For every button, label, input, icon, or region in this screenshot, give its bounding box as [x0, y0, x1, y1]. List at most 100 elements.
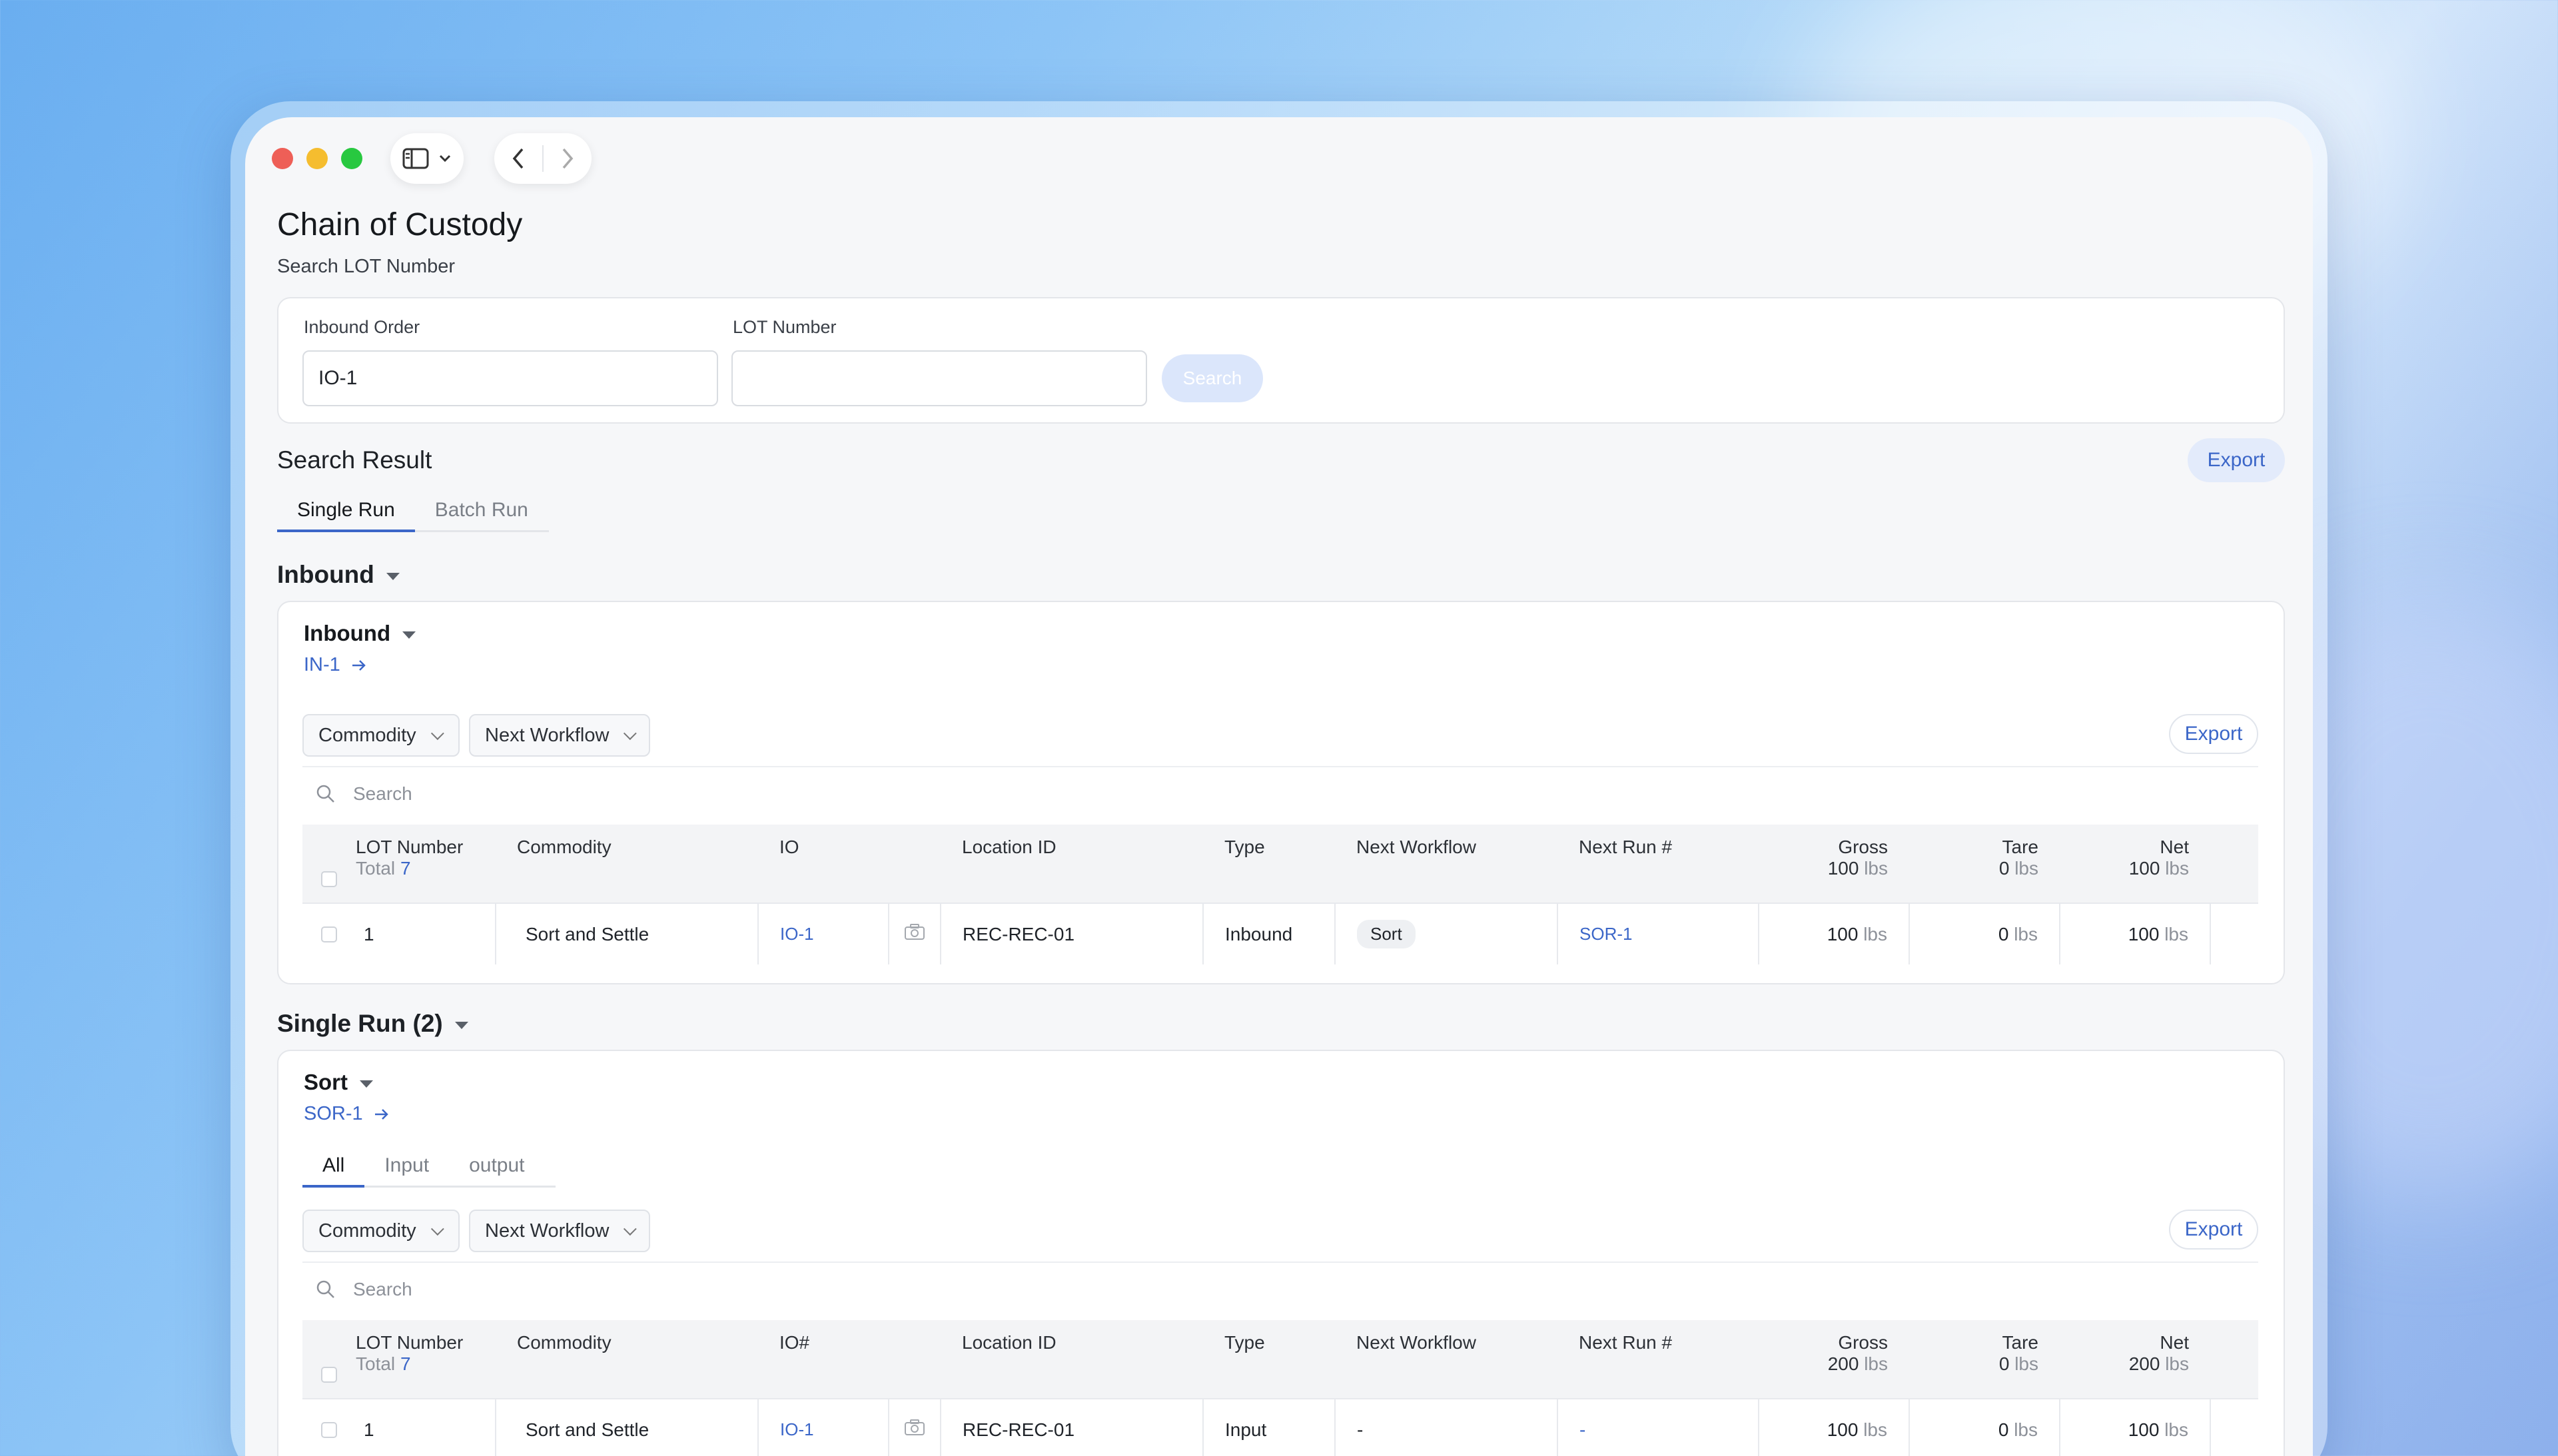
tab-batch-run[interactable]: Batch Run	[415, 490, 548, 530]
camera-icon[interactable]	[904, 923, 925, 940]
row-gross: 100 lbs	[1758, 1398, 1909, 1456]
header-spacer	[2210, 1320, 2258, 1399]
row-next-run-link[interactable]: SOR-1	[1557, 903, 1759, 964]
row-next-run-link[interactable]: -	[1557, 1398, 1759, 1456]
header-tare: Tare 0 lbs	[1909, 825, 2060, 903]
header-commodity: Commodity	[496, 825, 758, 903]
sort-commodity-filter-label: Commodity	[318, 1220, 416, 1242]
caret-down-icon	[386, 572, 400, 580]
select-all-checkbox[interactable]	[321, 1367, 337, 1383]
row-checkbox-cell	[302, 1398, 356, 1456]
search-icon	[316, 1280, 334, 1298]
sort-commodity-filter[interactable]: Commodity	[302, 1210, 460, 1252]
inbound-section-title: Inbound	[277, 561, 374, 588]
close-button[interactable]	[272, 148, 293, 169]
camera-icon[interactable]	[904, 1419, 925, 1436]
header-io: IO#	[758, 1320, 889, 1399]
inbound-run-link[interactable]: IN-1	[304, 654, 367, 676]
row-photo-cell	[888, 903, 941, 964]
header-next-run: Next Run #	[1557, 825, 1759, 903]
inbound-card-header[interactable]: Inbound	[304, 621, 416, 646]
app-window: Chain of Custody Search LOT Number Inbou…	[245, 117, 2313, 1456]
header-lot-number: LOT Number Total 7	[356, 1320, 496, 1399]
header-net: Net 200 lbs	[2060, 1320, 2210, 1399]
sort-tabs: All Input output	[302, 1146, 556, 1188]
tab-output[interactable]: output	[449, 1146, 544, 1186]
chevron-down-icon	[624, 1222, 638, 1236]
tab-all[interactable]: All	[302, 1146, 365, 1188]
header-commodity: Commodity	[496, 1320, 758, 1399]
header-gross: Gross 200 lbs	[1759, 1320, 1909, 1399]
table-row[interactable]: 1 Sort and Settle IO-1 REC-REC-01 Inboun…	[302, 903, 2258, 964]
inbound-order-input[interactable]: IO-1	[302, 350, 718, 406]
divider	[302, 766, 2258, 767]
row-io-link[interactable]: IO-1	[757, 903, 889, 964]
page-title: Chain of Custody	[277, 207, 523, 242]
row-io-link[interactable]: IO-1	[757, 1398, 889, 1456]
sort-search-placeholder: Search	[353, 1279, 412, 1299]
sort-next-workflow-filter[interactable]: Next Workflow	[469, 1210, 650, 1252]
caret-down-icon	[402, 631, 416, 639]
inbound-run-link-label: IN-1	[304, 654, 340, 675]
header-spacer	[2210, 825, 2258, 903]
commodity-filter[interactable]: Commodity	[302, 714, 460, 757]
sort-card-header[interactable]: Sort	[304, 1070, 373, 1095]
sort-table-search[interactable]: Search	[316, 1279, 412, 1300]
single-run-section-title: Single Run (2)	[277, 1010, 443, 1037]
row-lot-number: 1	[356, 903, 496, 964]
sort-run-link[interactable]: SOR-1	[304, 1103, 390, 1125]
result-tabs: Single Run Batch Run	[277, 490, 549, 532]
forward-icon	[562, 148, 574, 169]
header-type: Type	[1203, 825, 1335, 903]
header-location-id: Location ID	[941, 1320, 1203, 1399]
row-checkbox[interactable]	[321, 926, 337, 942]
minimize-button[interactable]	[306, 148, 328, 169]
chevron-down-icon	[430, 1222, 444, 1236]
tab-single-run[interactable]: Single Run	[277, 490, 415, 532]
inbound-card-title: Inbound	[304, 621, 391, 645]
search-button[interactable]: Search	[1162, 354, 1263, 402]
next-workflow-filter[interactable]: Next Workflow	[469, 714, 650, 757]
maximize-button[interactable]	[341, 148, 362, 169]
next-workflow-tag: Sort	[1357, 920, 1416, 948]
header-lot-number: LOT Number Total 7	[356, 825, 496, 903]
row-commodity: Sort and Settle	[495, 903, 758, 964]
single-run-section-header[interactable]: Single Run (2)	[277, 1010, 468, 1038]
search-result-title: Search Result	[277, 446, 432, 474]
row-checkbox-cell	[302, 903, 356, 964]
divider	[302, 1262, 2258, 1263]
row-type: Inbound	[1202, 903, 1335, 964]
row-tare: 0 lbs	[1909, 903, 2060, 964]
header-next-workflow: Next Workflow	[1335, 1320, 1557, 1399]
export-button[interactable]: Export	[2188, 438, 2285, 482]
inbound-order-label: Inbound Order	[304, 317, 420, 337]
sort-card-title: Sort	[304, 1070, 348, 1094]
inbound-section-header[interactable]: Inbound	[277, 561, 400, 589]
table-header-row: LOT Number Total 7 Commodity IO# Location…	[302, 1320, 2258, 1399]
row-photo-cell	[888, 1398, 941, 1456]
row-gross: 100 lbs	[1758, 903, 1909, 964]
header-photo	[889, 1320, 941, 1399]
arrow-right-icon	[352, 659, 366, 671]
row-checkbox[interactable]	[321, 1421, 337, 1438]
sort-run-link-label: SOR-1	[304, 1103, 363, 1124]
sort-export-button[interactable]: Export	[2169, 1210, 2258, 1250]
row-location-id: REC-REC-01	[940, 1398, 1203, 1456]
back-button[interactable]	[494, 147, 542, 170]
inbound-export-button[interactable]: Export	[2169, 714, 2258, 754]
tab-input[interactable]: Input	[364, 1146, 449, 1186]
row-next-workflow-cell: Sort	[1334, 903, 1557, 964]
row-tare: 0 lbs	[1909, 1398, 2060, 1456]
header-gross: Gross 100 lbs	[1759, 825, 1909, 903]
row-commodity: Sort and Settle	[495, 1398, 758, 1456]
header-photo	[889, 825, 941, 903]
header-io: IO	[758, 825, 889, 903]
caret-down-icon	[454, 1021, 468, 1029]
lot-number-input[interactable]	[731, 350, 1147, 406]
table-row[interactable]: 1 Sort and Settle IO-1 REC-REC-01 Input …	[302, 1398, 2258, 1456]
arrow-right-icon	[374, 1108, 388, 1120]
inbound-table-search[interactable]: Search	[316, 783, 412, 805]
select-all-checkbox[interactable]	[321, 871, 337, 887]
forward-button[interactable]	[544, 147, 592, 170]
sidebar-toggle[interactable]	[390, 133, 464, 184]
